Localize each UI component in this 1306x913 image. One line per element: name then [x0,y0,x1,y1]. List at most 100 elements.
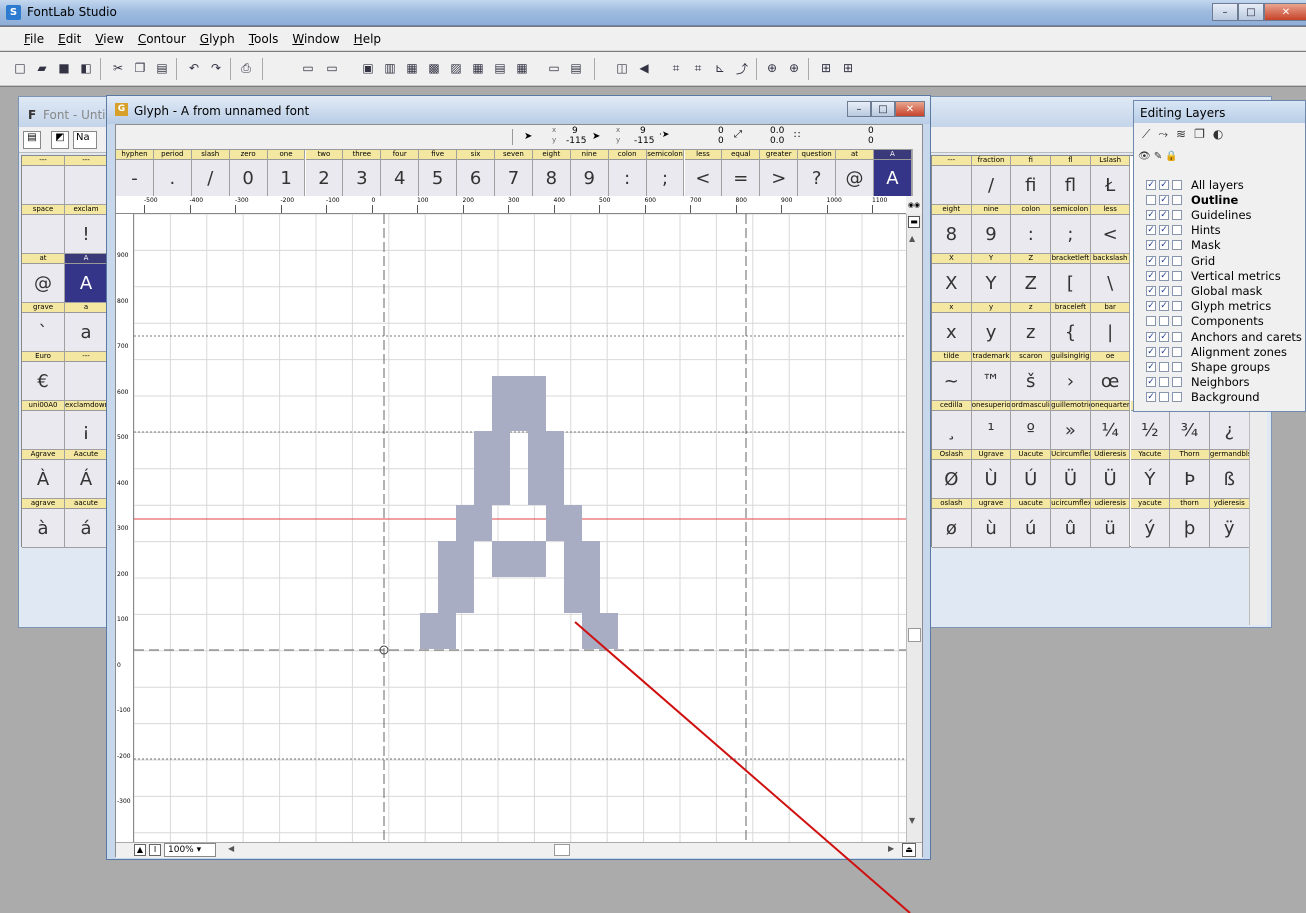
font-header-icon[interactable]: ▭ [298,58,318,78]
layer-checkbox[interactable]: ✓ [1146,285,1156,296]
new-file-icon[interactable]: □ [10,58,30,78]
close-button[interactable]: ✕ [1264,3,1306,21]
layer-checkbox[interactable] [1172,392,1182,403]
pen-icon[interactable]: ⟋ [1142,127,1158,141]
layer-row[interactable]: ✓ ✓ Mask [1146,238,1221,253]
glyph-cell[interactable]: greater > [760,150,799,197]
layer-checkbox[interactable]: ✓ [1146,179,1156,190]
glyph-cell[interactable]: Lslash Ł [1090,156,1131,205]
layer-row[interactable]: ✓ ✓ Guidelines [1146,207,1252,222]
panel-toggle-icon[interactable]: ▬ [908,216,920,228]
paste-icon[interactable]: ▤ [152,58,172,78]
transform-icon[interactable]: ⌗ [688,58,708,78]
glyph-cell[interactable]: less < [684,150,723,197]
scroll-down-icon[interactable]: ▼ [909,816,915,825]
glyph-cell[interactable]: ucircumflex û [1051,499,1091,548]
layer-checkbox[interactable]: ✓ [1146,240,1156,251]
menu-view[interactable]: View [95,32,123,46]
glyph-cell[interactable]: five 5 [419,150,458,197]
glyph-cell[interactable]: three 3 [343,150,382,197]
layer-row[interactable]: ✓ Shape groups [1146,359,1270,374]
layer-checkbox[interactable]: ✓ [1159,194,1169,205]
glyph-cell[interactable]: at @ [836,150,874,197]
minimize-button[interactable]: – [1212,3,1238,21]
glyph-maximize-button[interactable]: □ [871,101,895,117]
glyph-cell[interactable]: equal = [722,150,761,197]
glyph-cell[interactable]: period. [153,150,192,197]
layer-checkbox[interactable]: ✓ [1146,361,1156,372]
glyph-canvas[interactable] [134,214,906,844]
measure-icon[interactable]: ⊾ [710,58,730,78]
glyph-cell[interactable]: Thorn Þ [1170,450,1210,499]
node-icon[interactable]: ⤳ [1158,127,1176,141]
glyph-cell[interactable]: uacute ú [1011,499,1052,548]
scroll-up-icon[interactable]: ▲ [909,234,915,243]
glyph-cell[interactable]: colon: [608,150,647,197]
layer-checkbox[interactable] [1159,377,1169,388]
glyph-cell[interactable]: one 1 [267,150,306,197]
layer-checkbox[interactable]: ✓ [1146,270,1156,281]
panel-icon[interactable]: ▦ [512,58,532,78]
glyph-cell[interactable]: scaron š [1011,352,1052,401]
glyph-cell[interactable]: nine 9 [971,205,1012,254]
glyph-cell[interactable]: tilde ~ [932,352,972,401]
layer-checkbox[interactable]: ✓ [1159,240,1169,251]
layer-row[interactable]: ✓ ✓ Alignment zones [1146,344,1287,359]
glyph-cell[interactable]: exclamdown ¡ [65,401,108,450]
layer-row[interactable]: ✓ ✓ Anchors and carets [1146,329,1302,344]
glyph-cell[interactable]: Aacute Á [65,450,108,499]
layer-row[interactable]: ✓ ✓ Grid [1146,253,1215,268]
layer-checkbox[interactable]: ✓ [1146,255,1156,266]
layer-checkbox[interactable]: ✓ [1159,209,1169,220]
zoom-select[interactable]: 100% ▾ [164,843,216,857]
glyph-cell[interactable]: cedilla ¸ [932,401,972,450]
glyph-cell[interactable]: oslash ø [932,499,972,548]
glyph-cell[interactable]: at @ [22,254,65,303]
layer-checkbox[interactable] [1172,225,1182,236]
scroll-left-icon[interactable]: ◀ [228,844,234,853]
copy-layer-icon[interactable]: ❐ [1194,127,1213,141]
layer-checkbox[interactable] [1159,392,1169,403]
layer-checkbox[interactable] [1172,240,1182,251]
glyph-cell[interactable]: Agrave À [22,450,65,499]
layer-row[interactable]: ✓ Background [1146,390,1260,405]
layer-checkbox[interactable]: ✓ [1159,285,1169,296]
menu-file[interactable]: File [24,32,44,46]
layer-row[interactable]: ✓ ✓ Hints [1146,223,1221,238]
layer-checkbox[interactable] [1172,346,1182,357]
glyph-cell[interactable]: zz [1011,303,1052,352]
glyph-cell[interactable]: AA [874,150,912,197]
layer-checkbox[interactable] [1172,270,1182,281]
glyph-cell[interactable]: guillemotright» [1051,401,1091,450]
tables-icon[interactable]: ▦ [468,58,488,78]
layer-checkbox[interactable] [1172,179,1182,190]
layer-checkbox[interactable] [1146,194,1156,205]
undo-icon[interactable]: ↶ [184,58,204,78]
glyph-cell[interactable]: eight 8 [532,150,571,197]
glyph-cell[interactable]: braceleft{ [1051,303,1091,352]
strip-scroll-icon[interactable] [912,149,922,196]
redo-icon[interactable]: ↷ [206,58,226,78]
menu-glyph[interactable]: Glyph [200,32,235,46]
glyph-cell[interactable]: six 6 [457,150,495,197]
glyph-cell[interactable]: udieresis ü [1090,499,1131,548]
eject-icon[interactable]: ⏏ [902,843,916,857]
glyph-cell[interactable]: --- [932,156,972,205]
glyph-cell[interactable]: colon: [1011,205,1052,254]
glyph-close-button[interactable]: ✕ [895,101,925,117]
font-mode-icon-2[interactable]: ◩ [51,131,69,149]
glyph-cell[interactable]: slash / [191,150,230,197]
glyph-cell[interactable]: germandbls ß [1209,450,1250,499]
layer-checkbox[interactable] [1146,316,1156,327]
layer-checkbox[interactable] [1159,361,1169,372]
save-icon[interactable]: ■ [54,58,74,78]
glyph-cell[interactable]: Ugrave Ù [971,450,1012,499]
layer-row[interactable]: ✓ Neighbors [1146,375,1250,390]
glyph-cell[interactable]: aacute á [65,499,108,548]
horizontal-scroll-thumb[interactable] [554,844,570,856]
layer-checkbox[interactable]: ✓ [1146,392,1156,403]
glyph-cell[interactable]: backslash \ [1090,254,1131,303]
glyph-cell[interactable]: --- [65,156,108,205]
glyph-cell[interactable]: less < [1090,205,1131,254]
layer-checkbox[interactable] [1172,285,1182,296]
